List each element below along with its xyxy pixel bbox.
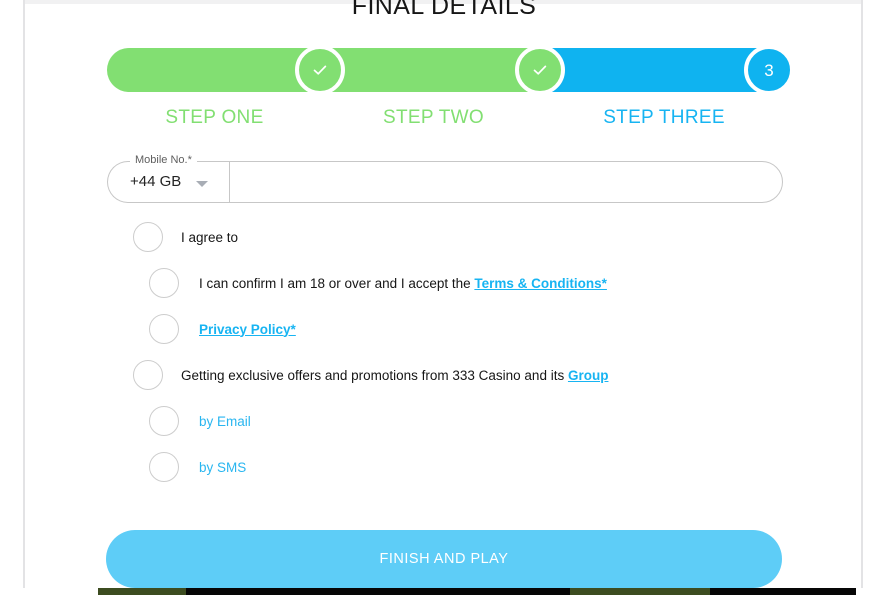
phone-number-input[interactable] [244, 163, 768, 203]
step-label-two: STEP TWO [383, 107, 484, 128]
consent-label-agree: I agree to [181, 229, 239, 245]
bottom-system-strip [0, 588, 885, 595]
consent-text-age: I can confirm I am 18 or over and I acce… [199, 275, 475, 291]
consent-label-age-terms: I can confirm I am 18 or over and I acce… [199, 276, 607, 291]
checkbox-by-email[interactable] [149, 406, 179, 436]
strip-segment-left-blank [0, 588, 98, 595]
strip-segment-green-right [570, 588, 710, 595]
group-link[interactable]: Group [568, 368, 609, 383]
phone-number-box [229, 161, 783, 203]
finish-and-play-button[interactable]: FINISH AND PLAY [106, 530, 782, 588]
consent-row-privacy[interactable]: Privacy Policy* [149, 314, 296, 344]
step-three-number: 3 [764, 60, 774, 80]
step-label-one: STEP ONE [165, 107, 264, 128]
checkbox-agree[interactable] [133, 222, 163, 252]
consent-label-privacy: Privacy Policy* [199, 322, 296, 337]
step-label-three: STEP THREE [603, 107, 725, 128]
consent-label-by-sms: by SMS [199, 459, 247, 475]
consent-label-offers: Getting exclusive offers and promotions … [181, 368, 608, 383]
country-code-select[interactable]: Mobile No.* +44 GB [107, 154, 229, 203]
page-background: FINAL DETAILS 3 STEP ONE STEP TWO STEP T… [0, 0, 885, 595]
mobile-number-field: Mobile No.* +44 GB [107, 154, 783, 203]
mobile-number-label: Mobile No.* [130, 154, 197, 166]
consent-label-by-email: by Email [199, 413, 251, 429]
step-segment-one [107, 48, 322, 92]
right-gutter [861, 0, 885, 595]
check-icon [533, 65, 547, 75]
privacy-policy-link[interactable]: Privacy Policy* [199, 322, 296, 337]
step-two-marker[interactable] [515, 45, 565, 95]
registration-card: FINAL DETAILS 3 STEP ONE STEP TWO STEP T… [27, 0, 861, 587]
checkbox-offers[interactable] [133, 360, 163, 390]
strip-segment-green-left [98, 588, 186, 595]
consent-row-agree[interactable]: I agree to [133, 222, 238, 252]
checkbox-age-terms[interactable] [149, 268, 179, 298]
progress-stepper-labels: STEP ONE STEP TWO STEP THREE [107, 107, 783, 135]
checkbox-privacy[interactable] [149, 314, 179, 344]
consent-text-offers: Getting exclusive offers and promotions … [181, 367, 568, 383]
check-icon [313, 65, 327, 75]
terms-and-conditions-link[interactable]: Terms & Conditions* [474, 276, 607, 291]
consent-row-by-email[interactable]: by Email [149, 406, 251, 436]
step-one-marker[interactable] [295, 45, 345, 95]
step-three-marker[interactable]: 3 [744, 45, 794, 95]
left-gutter [0, 0, 25, 595]
strip-segment-right-blank [856, 588, 885, 595]
consent-row-offers[interactable]: Getting exclusive offers and promotions … [133, 360, 608, 390]
step-segment-two [326, 48, 541, 92]
checkbox-by-sms[interactable] [149, 452, 179, 482]
page-title: FINAL DETAILS [351, 0, 537, 20]
country-code-value: +44 GB [130, 173, 182, 190]
progress-stepper: 3 [107, 45, 794, 95]
chevron-down-icon [196, 181, 208, 187]
consent-row-age-terms[interactable]: I can confirm I am 18 or over and I acce… [149, 268, 607, 298]
consent-row-by-sms[interactable]: by SMS [149, 452, 246, 482]
